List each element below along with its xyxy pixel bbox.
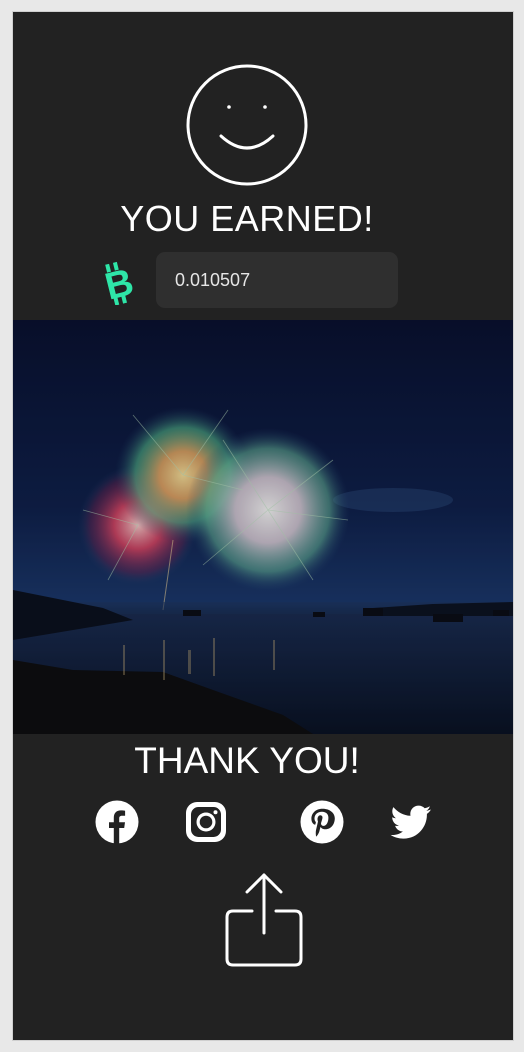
thank-you-title: THANK YOU! — [134, 740, 360, 781]
twitter-icon[interactable] — [388, 799, 434, 845]
earned-title: YOU EARNED! — [120, 198, 374, 239]
earned-amount-field[interactable]: 0.010507 — [156, 252, 398, 308]
bitcoin-cash-icon: B — [101, 261, 138, 305]
facebook-icon[interactable] — [94, 799, 140, 845]
instagram-icon[interactable] — [183, 799, 229, 845]
earned-amount-value: 0.010507 — [175, 269, 251, 290]
fireworks-photo — [13, 320, 513, 734]
pinterest-icon[interactable] — [299, 799, 345, 845]
phone-screen: YOU EARNED! B 0.010507 THANK YOU! — [12, 11, 514, 1041]
share-icon[interactable] — [221, 869, 307, 971]
smiley-face-icon — [186, 64, 308, 186]
